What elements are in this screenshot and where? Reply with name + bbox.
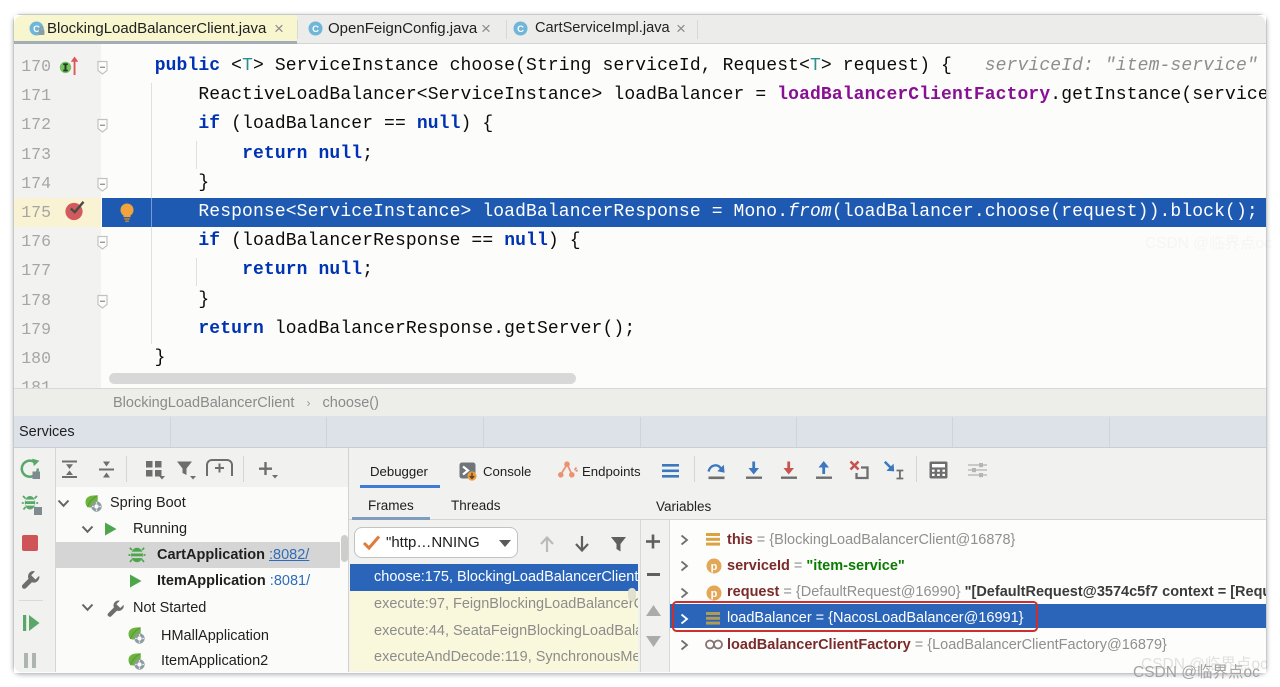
svg-text:p: p <box>711 588 718 600</box>
svg-text:C: C <box>517 24 524 35</box>
svg-text:p: p <box>711 561 718 573</box>
svg-text:C: C <box>312 24 319 35</box>
